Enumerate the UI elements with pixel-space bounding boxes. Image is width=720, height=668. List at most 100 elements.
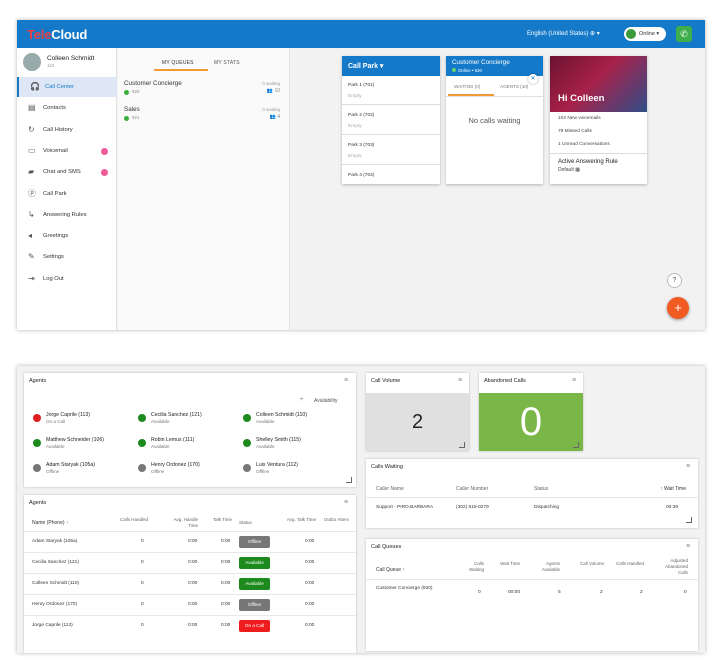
filter-icon[interactable]: ≡ [686, 543, 690, 550]
col-status-header[interactable]: Status [239, 520, 252, 526]
table-row[interactable]: Customer Concierge (920) 0 00:00 5 2 2 0 [366, 579, 698, 605]
queue-item[interactable]: Customer Concierge 920 0 waiting 👥 10 [124, 80, 284, 108]
unread-conversations-count[interactable]: 1 Unread Conversations [558, 142, 610, 147]
col-calls-handled-header[interactable]: Calls Handled [616, 561, 644, 567]
filter-icon[interactable]: ≡ [572, 377, 576, 384]
online-status-icon [452, 68, 456, 72]
col-adjusted-abandoned-header[interactable]: Adjusted Abandoned Calls [654, 558, 688, 576]
globe-icon: ⊕ [590, 31, 596, 37]
col-number-header[interactable]: Caller Number [456, 486, 488, 492]
agent-card[interactable]: Robin Lemus (111) Available [138, 436, 238, 456]
dashboard-window: Agents ≡ + Availability Jorge Caprile (1… [17, 366, 705, 653]
resize-handle[interactable] [686, 517, 692, 523]
phone-icon[interactable]: ✆ [676, 26, 692, 42]
table-row[interactable]: Support - PIRO,BARBARA (302) 815-0279 Di… [366, 497, 698, 518]
col-wait-time-header[interactable]: Wait Time [496, 561, 520, 567]
col-avg-talk-header[interactable]: Avg. Talk Time [286, 517, 316, 523]
sidebar-item-greetings[interactable]: ◂ Greetings [17, 226, 117, 246]
filter-icon[interactable]: ≡ [458, 377, 462, 384]
online-status-icon [124, 90, 129, 95]
agent-card[interactable]: Luis Ventura (112) Offline [243, 461, 343, 481]
status-badge: Available [239, 557, 270, 569]
table-row[interactable]: Adam Staryak (105a) 0 0:00 0:00 Offline 0:00 [24, 531, 356, 552]
queue-item[interactable]: Sales 921 0 waiting 👥 4 [124, 106, 284, 134]
calendar-icon: ▦ [575, 167, 580, 173]
sidebar-item-voicemail[interactable]: ▭ Voicemail [17, 141, 117, 161]
agent-card[interactable]: Matthew Schneider (106) Available [33, 436, 133, 456]
empty-state: No calls waiting [468, 116, 521, 125]
sidebar-item-call-center[interactable]: 🎧 Call Center [17, 77, 117, 97]
park-slot[interactable]: Park 4 (704) [342, 166, 440, 184]
notification-badge [101, 147, 108, 155]
filter-icon[interactable]: ≡ [686, 463, 690, 470]
panel-title: Call Queues [371, 544, 402, 550]
agent-card[interactable]: Jorge Caprile (113) On a Call [33, 411, 133, 431]
col-call-volume-header[interactable]: Call Volume [576, 561, 604, 567]
agent-status-icon [243, 464, 251, 472]
sidebar-item-log-out[interactable]: ⇥ Log Out [17, 269, 117, 289]
language-selector[interactable]: English (United States) ⊕ ▾ [527, 30, 600, 37]
softphone-window: TeleCloud English (United States) ⊕ ▾ On… [17, 20, 705, 330]
agent-card[interactable]: Cecilia Sanchez (121) Available [138, 411, 238, 431]
col-wait-header[interactable]: ↑ Wait Time [636, 486, 686, 492]
add-icon[interactable]: + [300, 397, 304, 403]
col-caller-header[interactable]: Caller Name [376, 486, 404, 492]
table-row[interactable]: Jorge Caprile (113) 0 0:00 0:00 On a Call 0:0… [24, 615, 356, 636]
agent-card[interactable]: Shelley Smith (115) Available [243, 436, 343, 456]
resize-handle[interactable] [459, 442, 465, 448]
sidebar-item-call-park[interactable]: ⓟ Call Park [17, 184, 117, 204]
col-outbound-header[interactable]: Outbo Attem [324, 517, 354, 523]
sidebar-item-label: Settings [43, 254, 64, 261]
table-row[interactable]: Cecilia Sanchez (121) 0 0:00 0:00 Available 0… [24, 552, 356, 573]
avatar[interactable] [23, 53, 41, 71]
panel-title: Abandoned Calls [484, 378, 526, 384]
status-badge: Available [239, 578, 270, 590]
tab-my-stats[interactable]: MY STATS [214, 60, 240, 66]
tab-agents[interactable]: AGENTS (10) [500, 84, 528, 89]
agent-card[interactable]: Colleen Schmidt (110) Available [243, 411, 343, 431]
status-badge: On a Call [239, 620, 270, 632]
col-talk-header[interactable]: Talk Time [210, 517, 232, 523]
col-calls-header[interactable]: Calls Handled [120, 517, 148, 523]
sidebar-item-settings[interactable]: ✎ Settings [17, 247, 117, 267]
park-slot[interactable]: Park 2 (702) Empty [342, 106, 440, 135]
sidebar-item-contacts[interactable]: ▤ Contacts [17, 98, 117, 118]
agents-availability-panel: Agents ≡ + Availability Jorge Caprile (1… [24, 373, 356, 487]
tab-my-queues[interactable]: MY QUEUES [162, 60, 194, 66]
answering-rule-value[interactable]: Default ▦ [558, 167, 580, 173]
filter-icon[interactable]: ≡ [344, 499, 348, 506]
availability-button[interactable]: Availability [314, 398, 338, 404]
close-icon[interactable]: ✕ [528, 74, 538, 84]
presence-toggle[interactable]: Online ▾ [624, 27, 666, 41]
sidebar-item-label: Log Out [43, 275, 64, 282]
sidebar-item-call-history[interactable]: ↻ Call History [17, 120, 117, 140]
sidebar-item-label: Call Park [43, 190, 67, 197]
sidebar-item-label: Call History [43, 126, 73, 133]
agent-card[interactable]: Henry Ordonez (170) Offline [138, 461, 238, 481]
col-aht-header[interactable]: Avg. Handle Time [164, 517, 198, 529]
table-row[interactable]: Colleen Schmidt (110) 0 0:00 0:00 Available 0… [24, 573, 356, 594]
col-calls-waiting-header[interactable]: Calls Waiting [458, 561, 484, 573]
sidebar-item-answering-rules[interactable]: ↳ Answering Rules [17, 205, 117, 225]
col-agents-available-header[interactable]: Agents Available [530, 561, 560, 573]
tab-waiting[interactable]: WAITING (0) [454, 84, 480, 89]
col-name-header[interactable]: Name (Phone) ↑ [32, 520, 68, 526]
filter-icon[interactable]: ≡ [344, 377, 348, 384]
call-park-header[interactable]: Call Park ▾ [342, 56, 440, 76]
park-slot[interactable]: Park 3 (703) Empty [342, 136, 440, 165]
col-status-header[interactable]: Status [534, 486, 548, 492]
user-extension: 110 [47, 63, 55, 68]
resize-handle[interactable] [346, 477, 352, 483]
missed-calls-count[interactable]: 79 Missed Calls [558, 129, 592, 134]
sidebar-item-label: Answering Rules [43, 211, 87, 218]
agent-card[interactable]: Adam Staryak (105a) Offline [33, 461, 133, 481]
park-slot[interactable]: Park 1 (701) Empty [342, 76, 440, 105]
voicemail-count[interactable]: 102 New voicemails [558, 116, 601, 121]
divider [550, 153, 647, 154]
col-queue-header[interactable]: Call Queue ↑ [376, 567, 405, 573]
resize-handle[interactable] [573, 442, 579, 448]
sidebar-item-chat-and-sms[interactable]: ▰ Chat and SMS [17, 162, 117, 182]
add-button[interactable]: + [667, 297, 689, 319]
help-icon[interactable]: ? [667, 273, 682, 288]
table-row[interactable]: Henry Ordonez (170) 0 0:00 0:00 Offline 0:00 [24, 594, 356, 615]
